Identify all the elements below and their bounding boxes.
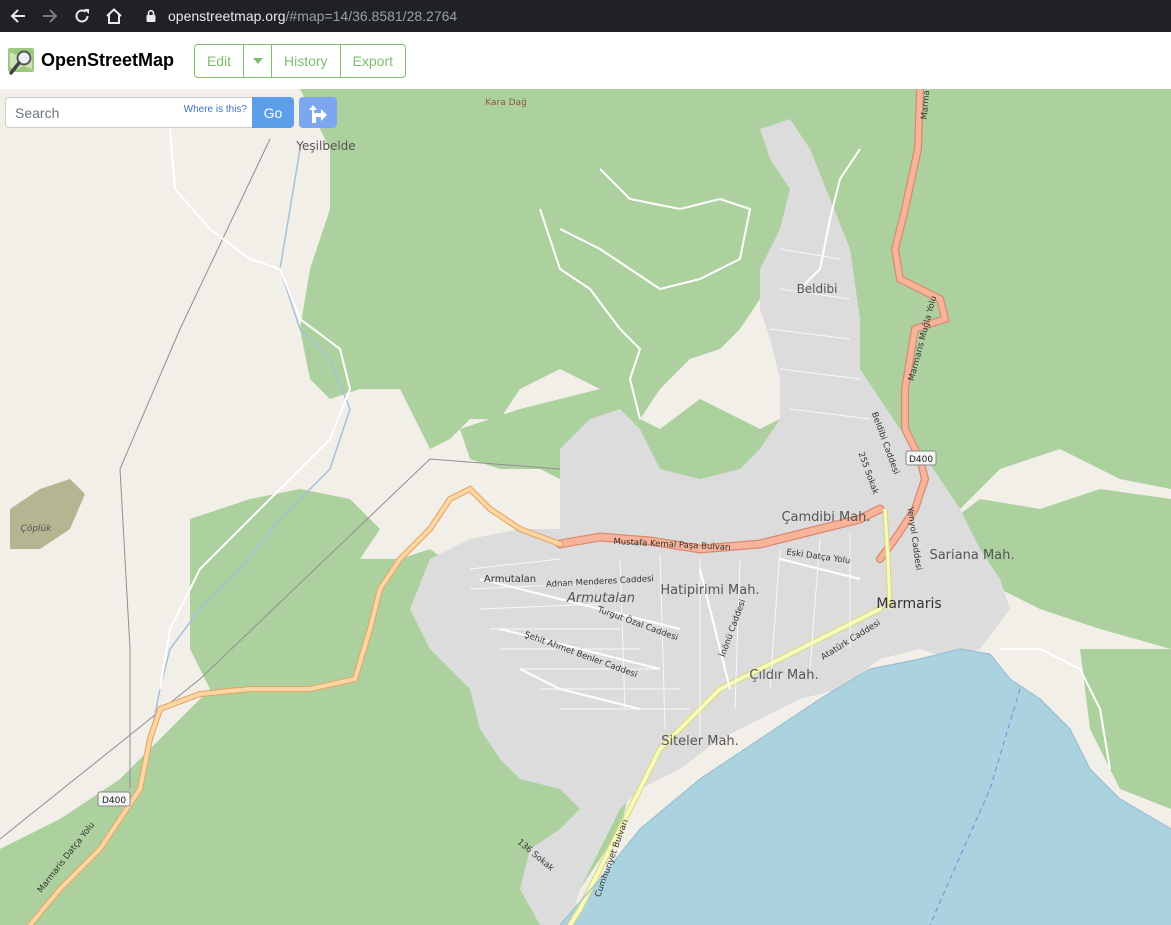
osm-logo-icon[interactable] [7,46,36,76]
site-brand[interactable]: OpenStreetMap [41,50,174,71]
url-host: openstreetmap.org [168,8,286,24]
caret-down-icon [252,58,263,64]
home-icon[interactable] [102,4,126,28]
directions-button[interactable] [299,97,337,128]
search-placeholder: Search [15,105,60,121]
label-armutalan: Armutalan [484,574,536,585]
reload-icon[interactable] [70,4,94,28]
d400-shield-label-2: D400 [102,796,126,806]
history-button[interactable]: History [272,45,341,77]
browser-toolbar: openstreetmap.org/#map=14/36.8581/28.276… [0,0,1171,32]
label-beldibi: Beldibi [797,282,838,296]
d400-shield-west: D400 [97,791,131,807]
map-canvas[interactable]: D400 D400 Kara Dağ Yeşilbelde Çöplük Bel… [0,89,1171,925]
label-copluk: Çöplük [21,524,53,534]
label-sariana: Sariana Mah. [929,548,1014,563]
edit-button[interactable]: Edit [195,45,244,77]
address-text: openstreetmap.org/#map=14/36.8581/28.276… [168,8,457,24]
site-header: OpenStreetMap Edit History Export [0,32,1171,89]
export-button[interactable]: Export [340,45,406,77]
search-form: Search Where is this? Go [5,97,294,128]
directions-icon [309,104,327,123]
where-is-this-link[interactable]: Where is this? [184,104,247,115]
label-siteler: Siteler Mah. [661,734,739,749]
d400-shield-label: D400 [909,455,933,465]
label-cildir: Çıldır Mah. [749,668,818,683]
edit-dropdown-button[interactable] [244,45,272,77]
go-button[interactable]: Go [252,97,294,128]
d400-shield-east: D400 [905,450,937,466]
label-kara-dag: Kara Dağ [485,98,527,108]
label-armutalan-district: Armutalan [566,591,635,606]
label-yesilbelde: Yeşilbelde [295,139,355,153]
label-camdibi: Çamdibi Mah. [781,510,870,525]
label-marmaris: Marmaris [876,596,941,612]
search-input[interactable]: Search Where is this? [5,97,254,128]
forward-arrow-icon[interactable] [38,4,62,28]
address-bar[interactable]: openstreetmap.org/#map=14/36.8581/28.276… [138,3,1171,29]
label-hatipirimi: Hatipirimi Mah. [660,583,759,598]
lock-icon [146,9,156,22]
edit-toolbar: Edit History Export [194,44,407,78]
url-path: /#map=14/36.8581/28.2764 [285,8,458,24]
back-arrow-icon[interactable] [6,4,30,28]
